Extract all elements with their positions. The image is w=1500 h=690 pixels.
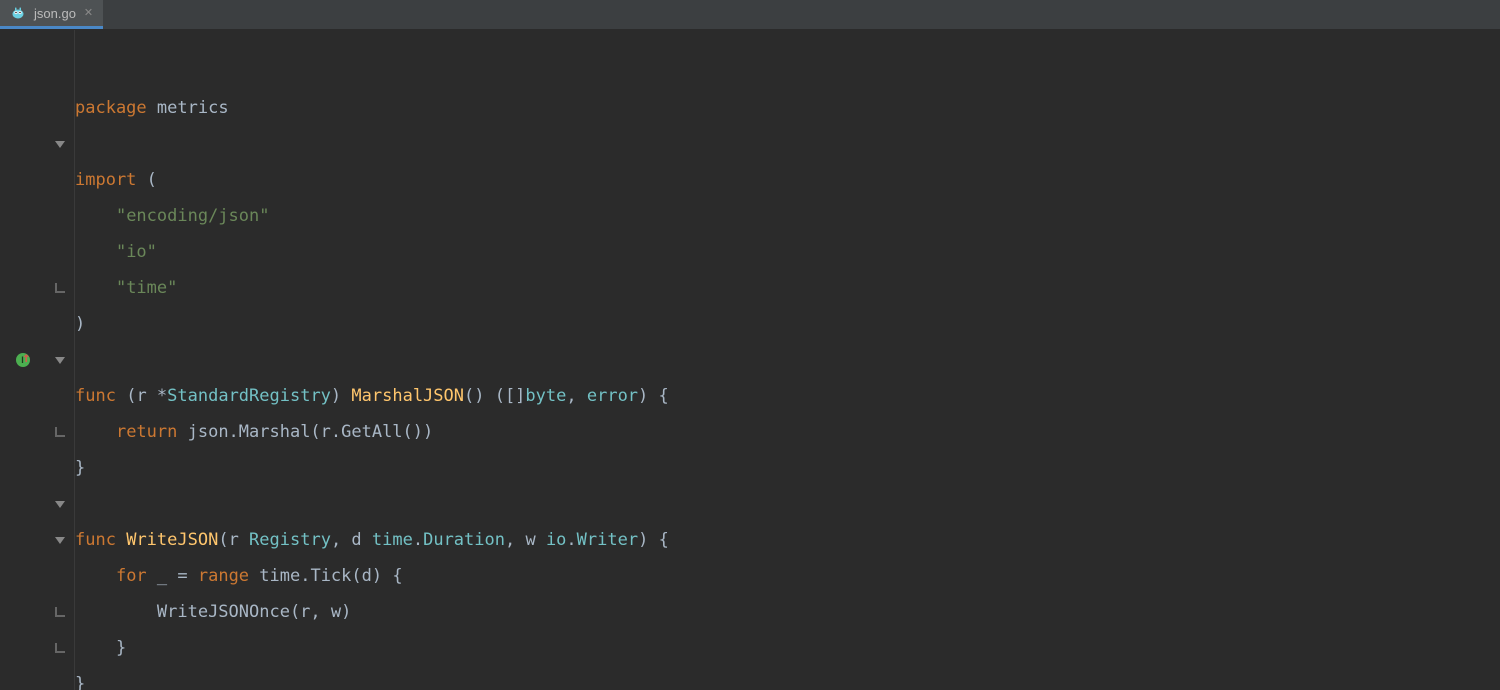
tab-bar: json.go ✕	[0, 0, 1500, 30]
code-line	[75, 350, 85, 370]
fold-toggle-icon[interactable]	[55, 141, 65, 148]
code-line: }	[75, 458, 85, 478]
editor: ↑ package metrics import ( "encoding/jso…	[0, 30, 1500, 690]
code-line: func WriteJSON(r Registry, d time.Durati…	[75, 530, 669, 550]
code-line: package metrics	[75, 98, 229, 118]
fold-toggle-icon[interactable]	[55, 501, 65, 508]
code-line: "time"	[75, 278, 177, 298]
code-line: import (	[75, 170, 157, 190]
fold-column	[45, 30, 75, 690]
tab-json-go[interactable]: json.go ✕	[0, 0, 103, 29]
gutter-marker-implements[interactable]: ↑	[0, 342, 45, 378]
code-area[interactable]: package metrics import ( "encoding/json"…	[75, 30, 1500, 690]
code-line: WriteJSONOnce(r, w)	[75, 602, 351, 622]
go-file-icon	[10, 5, 26, 21]
code-line: return json.Marshal(r.GetAll())	[75, 422, 433, 442]
code-line: )	[75, 314, 85, 334]
gutter: ↑	[0, 30, 45, 690]
code-line: func (r *StandardRegistry) MarshalJSON()…	[75, 386, 669, 406]
code-line	[75, 494, 85, 514]
fold-toggle-icon[interactable]	[55, 357, 65, 364]
tab-filename: json.go	[34, 6, 76, 21]
fold-end-icon	[55, 643, 65, 653]
code-line	[75, 134, 85, 154]
code-line: "encoding/json"	[75, 206, 269, 226]
up-arrow-icon: ↑	[22, 350, 30, 366]
code-line: }	[75, 638, 126, 658]
code-line: for _ = range time.Tick(d) {	[75, 566, 403, 586]
code-line: "io"	[75, 242, 157, 262]
close-icon[interactable]: ✕	[84, 8, 93, 19]
fold-toggle-icon[interactable]	[55, 537, 65, 544]
fold-end-icon	[55, 427, 65, 437]
code-line: }	[75, 674, 85, 690]
fold-end-icon	[55, 283, 65, 293]
fold-end-icon	[55, 607, 65, 617]
